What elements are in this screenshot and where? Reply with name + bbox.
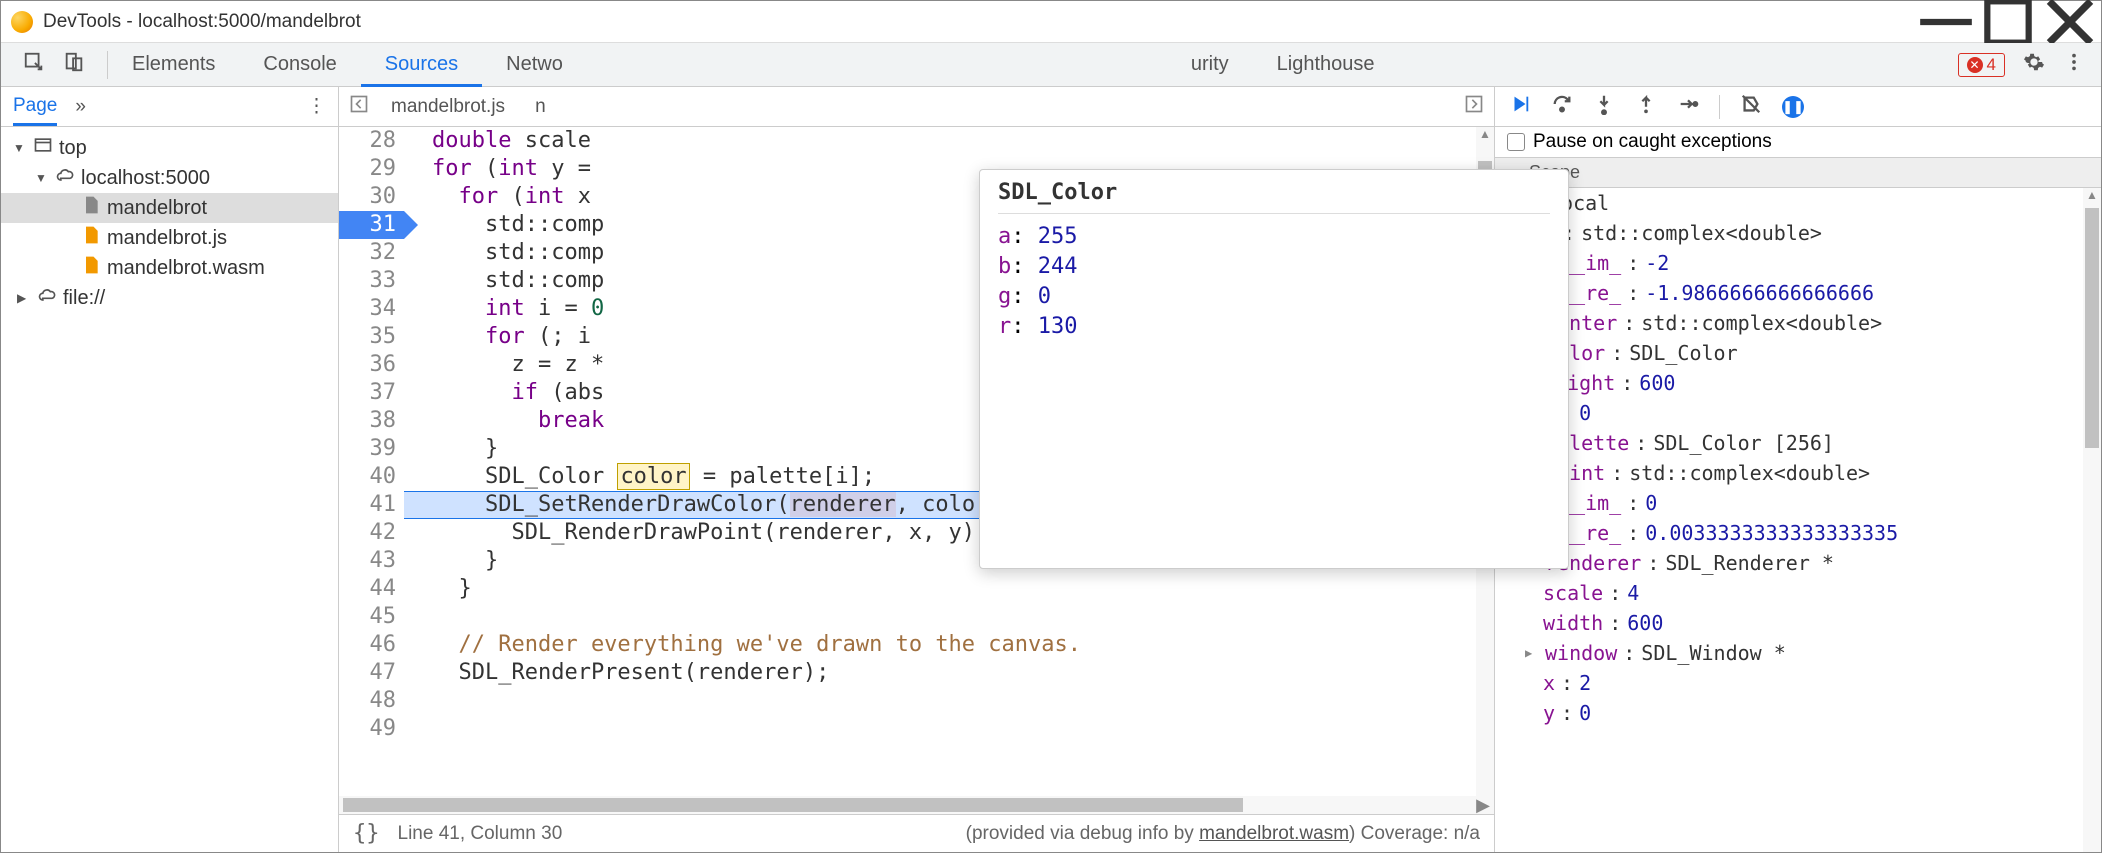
scope-var-center[interactable]: ▶center: std::complex<double> [1495, 308, 2083, 338]
pause-caught-checkbox[interactable] [1507, 133, 1525, 151]
pause-caught-label: Pause on caught exceptions [1533, 131, 1772, 153]
scope-vertical-scrollbar[interactable]: ▲ [2083, 188, 2101, 852]
navigator-tab-page[interactable]: Page [13, 95, 57, 126]
scope-var-height[interactable]: height: 600 [1495, 368, 2083, 398]
editor-panel: mandelbrot.js n 28 29 30 31 32 33 34 35 … [339, 87, 1495, 852]
breakpoint-marker[interactable]: 31 [339, 211, 404, 239]
cloud-icon [55, 165, 75, 191]
tab-security[interactable]: urity [1167, 43, 1253, 86]
titlebar: DevTools - localhost:5000/mandelbrot [1, 1, 2101, 43]
hover-token-color[interactable]: color [617, 463, 689, 490]
scope-var-scale[interactable]: scale: 4 [1495, 578, 2083, 608]
source-map-link[interactable]: mandelbrot.wasm [1199, 823, 1349, 844]
editor-tab-partial[interactable]: n [527, 96, 554, 118]
tooltip-title: SDL_Color [998, 180, 1550, 214]
scope-tree: ▼LLocal ▼c: std::complex<double> __im_: … [1495, 188, 2083, 852]
resume-icon[interactable] [1509, 93, 1531, 121]
pause-badge-icon[interactable]: ❚❚ [1782, 96, 1804, 118]
script-icon [81, 255, 101, 281]
scope-var-point[interactable]: ▼point: std::complex<double> [1495, 458, 2083, 488]
scope-var-color[interactable]: ▶color: SDL_Color [1495, 338, 2083, 368]
error-badge[interactable]: ✕4 [1958, 53, 2005, 77]
error-count: 4 [1987, 55, 1996, 75]
tree-top[interactable]: ▼ top [1, 133, 338, 163]
scope-var-c-re[interactable]: __re_: -1.9866666666666666 [1495, 278, 2083, 308]
step-out-icon[interactable] [1635, 93, 1657, 121]
cursor-position: Line 41, Column 30 [398, 823, 563, 845]
scope-var-renderer[interactable]: ▶renderer: SDL_Renderer * [1495, 548, 2083, 578]
minimize-button[interactable] [1915, 1, 1977, 42]
tab-network[interactable]: Netwo [482, 43, 587, 86]
main-tabstrip: Elements Console Sources Netwo urity Lig… [1, 43, 2101, 87]
maximize-button[interactable] [1977, 1, 2039, 42]
nav-back-icon[interactable] [349, 94, 369, 120]
debugger-panel: ❚❚ Pause on caught exceptions ▼ Scope ▼L… [1495, 87, 2101, 852]
scope-var-palette[interactable]: ▶palette: SDL_Color [256] [1495, 428, 2083, 458]
close-button[interactable] [2039, 1, 2101, 42]
scope-var-y[interactable]: y: 0 [1495, 698, 2083, 728]
scope-var-point-re[interactable]: __re_: 0.0033333333333333335 [1495, 518, 2083, 548]
tree-file-mandelbrot-wasm[interactable]: mandelbrot.wasm [1, 253, 338, 283]
scope-local[interactable]: ▼LLocal [1495, 188, 2083, 218]
pretty-print-icon[interactable]: {} [353, 821, 380, 846]
devtools-icon [11, 11, 33, 33]
step-icon[interactable] [1677, 93, 1699, 121]
tree-file-scheme[interactable]: ▶ file:// [1, 283, 338, 313]
cloud-icon [37, 285, 57, 311]
devtools-window: DevTools - localhost:5000/mandelbrot Ele… [0, 0, 2102, 853]
scope-var-c[interactable]: ▼c: std::complex<double> [1495, 218, 2083, 248]
scope-var-c-im[interactable]: __im_: -2 [1495, 248, 2083, 278]
nav-forward-icon[interactable] [1464, 94, 1484, 120]
scope-var-x[interactable]: x: 2 [1495, 668, 2083, 698]
file-tree: ▼ top ▼ localhost:5000 mandelbrot mandel… [1, 127, 338, 319]
gutter[interactable]: 28 29 30 31 32 33 34 35 36 37 38 39 40 4… [339, 127, 404, 796]
document-icon [81, 195, 101, 221]
editor-statusbar: {} Line 41, Column 30 (provided via debu… [339, 814, 1494, 852]
scope-var-window[interactable]: ▶window: SDL_Window * [1495, 638, 2083, 668]
tree-host[interactable]: ▼ localhost:5000 [1, 163, 338, 193]
tree-file-mandelbrot[interactable]: mandelbrot [1, 193, 338, 223]
inspect-icon[interactable] [23, 51, 45, 79]
navigator-more-tabs[interactable]: » [75, 96, 86, 118]
tab-elements[interactable]: Elements [108, 43, 239, 86]
script-icon [81, 225, 101, 251]
window-icon [33, 135, 53, 161]
scope-var-i[interactable]: i: 0 [1495, 398, 2083, 428]
tree-file-mandelbrot-js[interactable]: mandelbrot.js [1, 223, 338, 253]
hover-tooltip: SDL_Color a: 255 b: 244 g: 0 r: 130 [979, 169, 1569, 569]
tab-console[interactable]: Console [239, 43, 360, 86]
settings-icon[interactable] [2023, 51, 2045, 79]
window-title: DevTools - localhost:5000/mandelbrot [43, 11, 1915, 33]
scope-var-point-im[interactable]: __im_: 0 [1495, 488, 2083, 518]
step-into-icon[interactable] [1593, 93, 1615, 121]
scope-section-header[interactable]: ▼ Scope [1495, 157, 2101, 188]
coverage-status: Coverage: n/a [1355, 823, 1480, 844]
more-icon[interactable] [2063, 51, 2085, 79]
editor-tab-mandelbrot-js[interactable]: mandelbrot.js [383, 96, 513, 118]
editor-horizontal-scrollbar[interactable]: ▶ [339, 796, 1494, 814]
navigator-panel: Page » ⋮ ▼ top ▼ localhost:5000 mandelbr… [1, 87, 339, 852]
debugger-toolbar: ❚❚ [1495, 87, 2101, 127]
tab-lighthouse[interactable]: Lighthouse [1253, 43, 1399, 86]
step-over-icon[interactable] [1551, 93, 1573, 121]
device-toggle-icon[interactable] [63, 51, 85, 79]
navigator-menu-icon[interactable]: ⋮ [307, 95, 326, 118]
deactivate-breakpoints-icon[interactable] [1740, 93, 1762, 121]
tab-sources[interactable]: Sources [361, 44, 482, 87]
scope-var-width[interactable]: width: 600 [1495, 608, 2083, 638]
